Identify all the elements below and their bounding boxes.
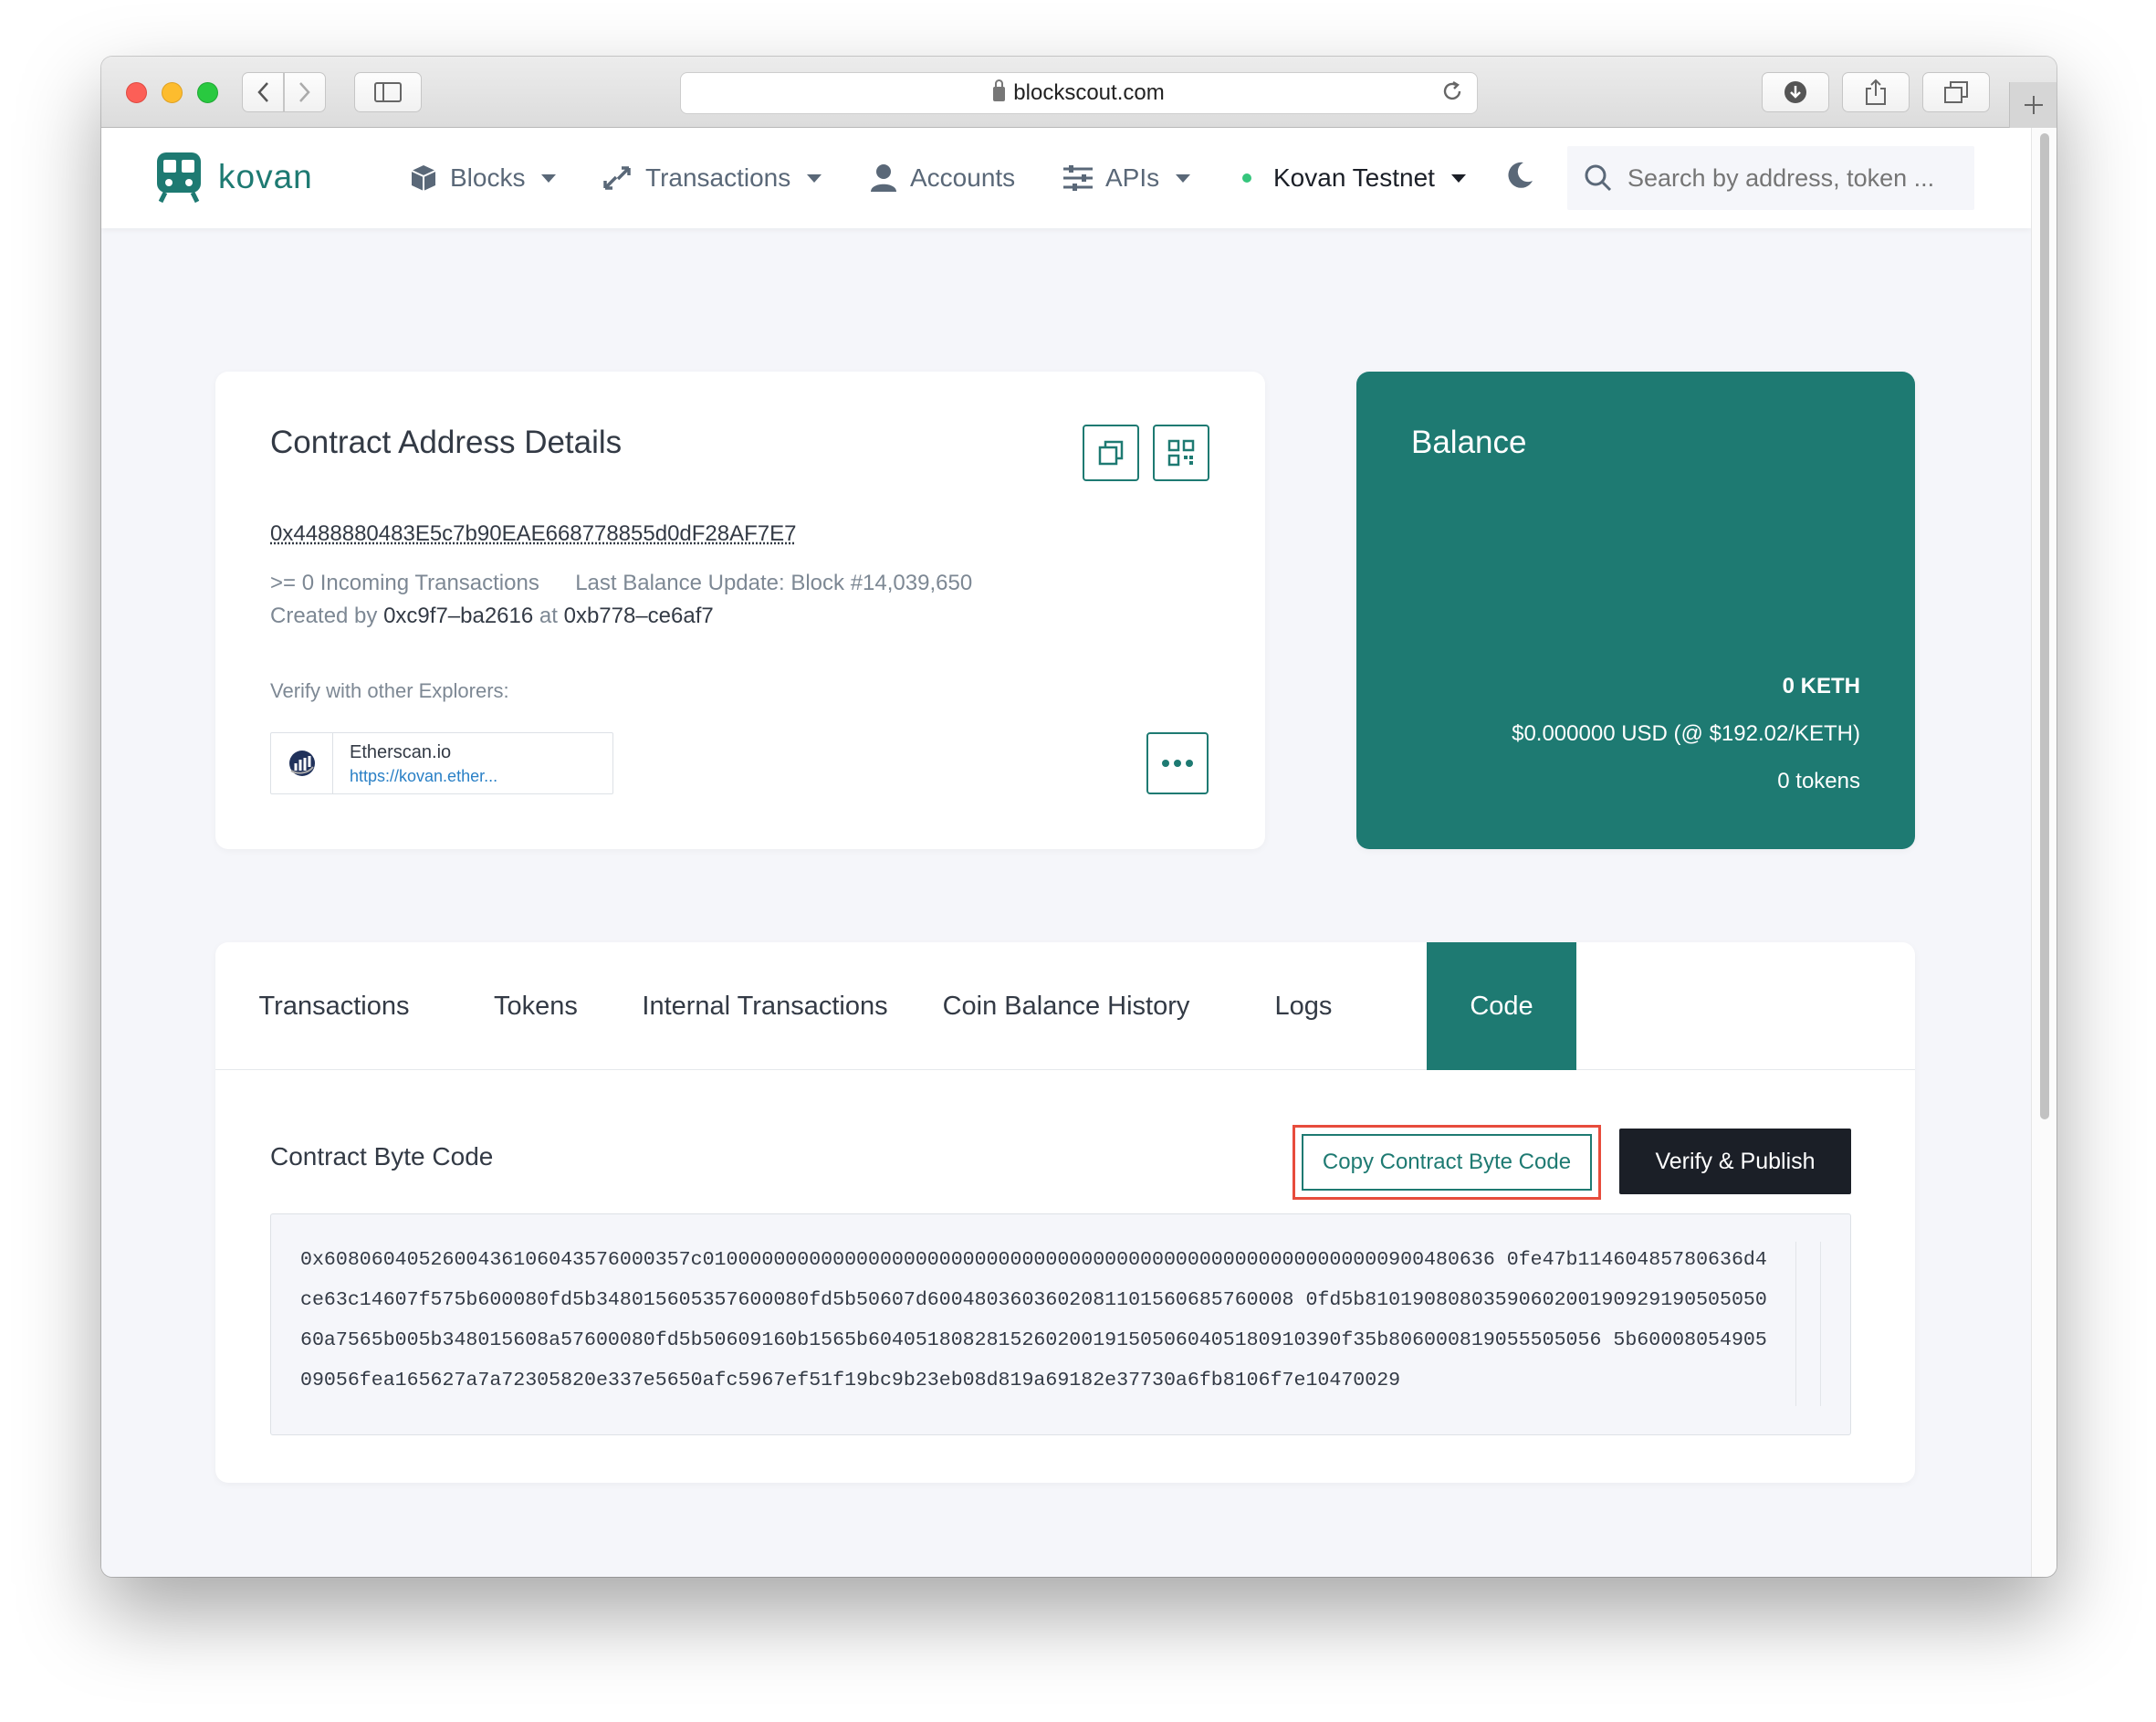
tab-transactions[interactable]: Transactions xyxy=(215,942,453,1070)
reload-icon[interactable] xyxy=(1440,79,1464,110)
new-tab-button[interactable] xyxy=(2009,82,2057,128)
network-label: Kovan Testnet xyxy=(1273,163,1435,192)
user-icon xyxy=(870,163,897,193)
share-icon xyxy=(1866,79,1886,105)
chevron-down-icon xyxy=(1450,173,1466,183)
balance-card: Balance 0 KETH $0.000000 USD (@ $192.02/… xyxy=(1356,372,1915,849)
chevron-down-icon xyxy=(1176,173,1191,183)
tab-bar: Transactions Tokens Internal Transaction… xyxy=(215,942,1915,1070)
code-scrollbar[interactable] xyxy=(1795,1242,1821,1406)
incoming-transactions: >= 0 Incoming Transactions xyxy=(270,571,539,595)
qr-code-icon xyxy=(1167,439,1195,467)
last-balance-update: Last Balance Update: Block #14,039,650 xyxy=(575,571,973,595)
lock-icon xyxy=(993,79,1006,101)
back-button[interactable] xyxy=(242,72,284,112)
ellipsis-icon xyxy=(1162,760,1193,767)
verify-explorers-label: Verify with other Explorers: xyxy=(270,679,509,702)
byte-code-title: Contract Byte Code xyxy=(270,1142,494,1171)
more-options-button[interactable] xyxy=(1146,732,1209,794)
transaction-meta: >= 0 Incoming Transactions Last Balance … xyxy=(270,571,972,596)
nav-accounts-label: Accounts xyxy=(910,163,1016,192)
verify-publish-button[interactable]: Verify & Publish xyxy=(1619,1129,1851,1194)
at-label: at xyxy=(539,604,558,628)
explorer-url[interactable]: https://kovan.ether... xyxy=(350,767,497,786)
url-text: blockscout.com xyxy=(1013,80,1165,105)
nav-blocks[interactable]: Blocks xyxy=(410,155,557,201)
contract-address[interactable]: 0x4488880483E5c7b90EAE668778855d0dF28AF7… xyxy=(270,521,797,547)
page-scrollbar[interactable] xyxy=(2031,128,2057,1577)
nav-apis[interactable]: APIs xyxy=(1063,155,1191,201)
chevron-left-icon xyxy=(257,82,268,102)
tab-tokens[interactable]: Tokens xyxy=(453,942,619,1070)
top-navbar: kovan Blocks Transactions Accounts APIs … xyxy=(101,128,2031,228)
qr-code-button[interactable] xyxy=(1153,425,1209,481)
nav-apis-label: APIs xyxy=(1105,163,1160,192)
minimize-window-button[interactable] xyxy=(162,82,183,103)
transfer-arrows-icon xyxy=(602,164,633,192)
network-status-dot xyxy=(1242,173,1251,183)
tab-logs[interactable]: Logs xyxy=(1221,942,1386,1070)
network-selector[interactable]: Kovan Testnet xyxy=(1242,155,1466,201)
contract-details-card: Contract Address Details 0x4488880483E5c… xyxy=(215,372,1265,849)
download-icon xyxy=(1784,81,1806,103)
balance-title: Balance xyxy=(1411,425,1527,460)
browser-toolbar: blockscout.com xyxy=(101,57,2057,128)
nav-transactions[interactable]: Transactions xyxy=(602,155,822,201)
usd-balance: $0.000000 USD (@ $192.02/KETH) xyxy=(1512,721,1860,746)
search-input[interactable] xyxy=(1627,163,1956,193)
dark-mode-toggle[interactable] xyxy=(1505,155,1534,201)
share-button[interactable] xyxy=(1842,72,1910,112)
creator-info: Created by 0xc9f7–ba2616 at 0xb778–ce6af… xyxy=(270,604,714,629)
tab-code[interactable]: Code xyxy=(1427,942,1576,1070)
byte-code-block[interactable]: 0x6080604052600436106043576000357c010000… xyxy=(270,1213,1851,1435)
copy-byte-code-button[interactable]: Copy Contract Byte Code xyxy=(1302,1134,1592,1191)
moon-icon xyxy=(1505,161,1534,196)
created-by-label: Created by xyxy=(270,604,378,628)
byte-code-line: ce63c14607f575b600080fd5b348015605357600… xyxy=(300,1289,1767,1311)
nav-blocks-label: Blocks xyxy=(450,163,526,192)
sliders-icon xyxy=(1063,164,1093,192)
kovan-logo[interactable]: kovan xyxy=(156,152,313,204)
browser-window: blockscout.com kovan Blocks Transactions… xyxy=(101,57,2057,1577)
etherscan-explorer-link[interactable]: Etherscan.io https://kovan.ether... xyxy=(270,732,613,794)
byte-code-line: 60a7565b005b348015608a57600080fd5b506091… xyxy=(300,1329,1767,1351)
tab-coin-balance-history[interactable]: Coin Balance History xyxy=(911,942,1221,1070)
keth-balance: 0 KETH xyxy=(1782,674,1860,698)
byte-code-line: 0x6080604052600436106043576000357c010000… xyxy=(300,1249,1767,1271)
creation-tx-link[interactable]: 0xb778–ce6af7 xyxy=(564,604,714,628)
copy-icon xyxy=(1098,440,1124,466)
downloads-button[interactable] xyxy=(1762,72,1829,112)
nav-accounts[interactable]: Accounts xyxy=(870,155,1015,201)
card-title: Contract Address Details xyxy=(270,425,623,460)
etherscan-logo-icon xyxy=(271,733,333,793)
tabs-icon xyxy=(1944,81,1968,103)
tabs-overview-button[interactable] xyxy=(1922,72,1990,112)
logo-text: kovan xyxy=(218,158,313,195)
close-window-button[interactable] xyxy=(126,82,147,103)
nav-transactions-label: Transactions xyxy=(645,163,791,192)
tab-internal-transactions[interactable]: Internal Transactions xyxy=(619,942,911,1070)
sidebar-icon xyxy=(374,82,402,102)
search-box[interactable] xyxy=(1567,146,1974,210)
zoom-window-button[interactable] xyxy=(197,82,218,103)
chevron-down-icon xyxy=(807,173,822,183)
cube-icon xyxy=(410,163,437,193)
plus-icon xyxy=(2024,96,2043,114)
scrollbar-thumb[interactable] xyxy=(2040,133,2049,1119)
chevron-right-icon xyxy=(299,82,310,102)
tabs-card: Transactions Tokens Internal Transaction… xyxy=(215,942,1915,1483)
explorer-name: Etherscan.io xyxy=(350,742,452,762)
byte-code-line: 09056fea165627a7a72305820e337e5650afc596… xyxy=(300,1370,1401,1391)
creator-address-link[interactable]: 0xc9f7–ba2616 xyxy=(383,604,533,628)
copy-address-button[interactable] xyxy=(1083,425,1139,481)
forward-button[interactable] xyxy=(284,72,326,112)
page-viewport: kovan Blocks Transactions Accounts APIs … xyxy=(101,128,2031,1577)
address-bar[interactable]: blockscout.com xyxy=(680,72,1478,114)
search-icon xyxy=(1584,163,1613,193)
train-logo-icon xyxy=(156,152,202,204)
copy-byte-code-highlight: Copy Contract Byte Code xyxy=(1293,1125,1601,1200)
sidebar-toggle-button[interactable] xyxy=(354,72,422,112)
chevron-down-icon xyxy=(541,173,557,183)
token-count: 0 tokens xyxy=(1777,769,1860,793)
